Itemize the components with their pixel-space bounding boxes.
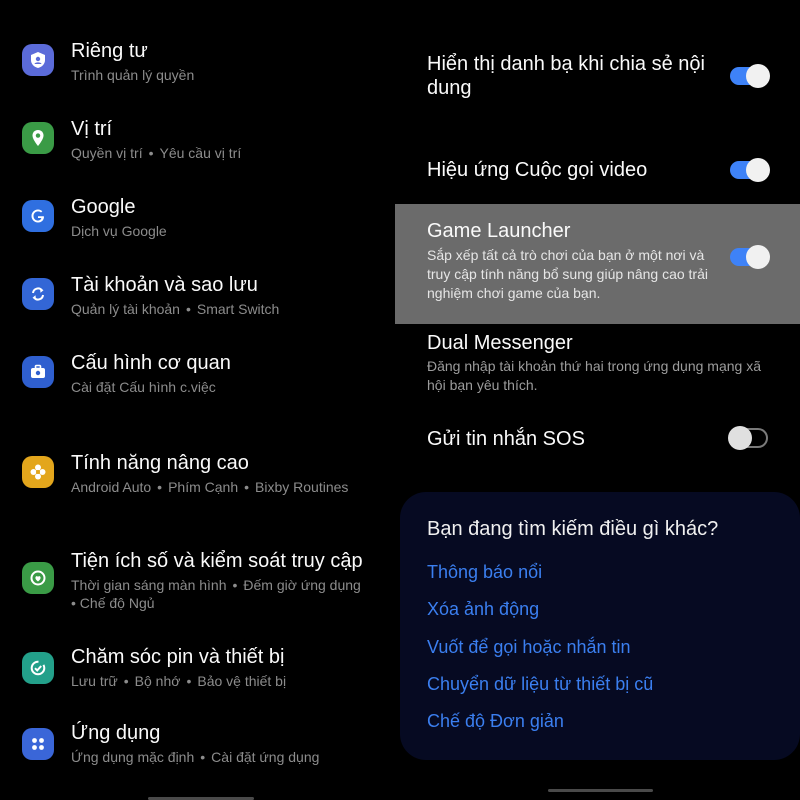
setting-show-contacts-sharing[interactable]: Hiển thị danh bạ khi chia sẻ nội dung (395, 50, 800, 110)
toggle-knob (746, 64, 770, 88)
toggle-switch[interactable] (730, 64, 770, 88)
menu-item-subtitle: Cài đặt Cấu hình c.việc (71, 379, 216, 395)
menu-item-privacy[interactable]: Riêng tư Trình quản lý quyền (0, 34, 395, 90)
menu-item-battery-device-care[interactable]: Chăm sóc pin và thiết bị Lưu trữ • Bộ nhớ •… (0, 642, 395, 698)
menu-item-title: Tiện ích số và kiểm soát truy cập (71, 550, 363, 572)
suggestion-link[interactable]: Chuyển dữ liệu từ thiết bị cũ (427, 674, 653, 695)
menu-item-accounts-backup[interactable]: Tài khoản và sao lưu Quản lý tài khoản • S… (0, 268, 395, 324)
setting-dual-messenger[interactable]: Dual Messenger Đăng nhập tài khoản thứ h… (395, 330, 800, 393)
gear-plus-icon (22, 456, 54, 488)
suggestion-link[interactable]: Chế độ Đơn giản (427, 711, 564, 732)
menu-item-advanced-features[interactable]: Tính năng nâng cao Android Auto • Phím Cạn… (0, 446, 395, 502)
google-icon (22, 200, 54, 232)
menu-item-google[interactable]: Google Dịch vụ Google (0, 190, 395, 246)
suggestions-question: Bạn đang tìm kiếm điều gì khác? (427, 518, 719, 540)
privacy-shield-icon (22, 44, 54, 76)
menu-item-subtitle: Ứng dụng mặc định • Cài đặt ứng dụng (71, 749, 320, 765)
location-pin-icon (22, 122, 54, 154)
nav-handle (548, 789, 653, 792)
menu-item-location[interactable]: Vị trí Quyền vị trí • Yêu cầu vị trí (0, 112, 395, 168)
setting-title: Hiển thị danh bạ khi chia sẻ nội dung (427, 53, 705, 99)
apps-grid-icon (22, 728, 54, 760)
left-settings-panel: Riêng tư Trình quản lý quyền Vị trí Quyề… (0, 0, 395, 800)
toggle-switch[interactable] (728, 426, 768, 450)
menu-item-subtitle: Thời gian sáng màn hình • Đếm giờ ứng dụng… (71, 577, 361, 611)
setting-send-sos[interactable]: Gửi tin nhắn SOS (395, 426, 800, 456)
menu-item-title: Vị trí (71, 118, 113, 140)
menu-item-work-profile[interactable]: Cấu hình cơ quan Cài đặt Cấu hình c.việc (0, 346, 395, 402)
briefcase-icon (22, 356, 54, 388)
menu-item-apps[interactable]: Ứng dụng Ứng dụng mặc định • Cài đặt ứng d… (0, 720, 395, 776)
sync-icon (22, 278, 54, 310)
wellbeing-icon (22, 562, 54, 594)
menu-item-title: Chăm sóc pin và thiết bị (71, 646, 285, 668)
suggestions-card: Bạn đang tìm kiếm điều gì khác? Thông bá… (400, 492, 800, 760)
toggle-switch[interactable] (730, 158, 770, 182)
setting-title: Dual Messenger (427, 332, 573, 354)
menu-item-subtitle: Lưu trữ • Bộ nhớ • Bảo vệ thiết bị (71, 673, 287, 689)
menu-item-title: Cấu hình cơ quan (71, 352, 231, 374)
toggle-knob (746, 158, 770, 182)
menu-item-subtitle: Quản lý tài khoản • Smart Switch (71, 301, 280, 317)
setting-title: Hiệu ứng Cuộc gọi video (427, 159, 648, 181)
toggle-switch[interactable] (730, 245, 770, 269)
setting-title: Game Launcher (427, 220, 571, 242)
suggestion-link[interactable]: Vuốt để gọi hoặc nhắn tin (427, 637, 631, 658)
setting-title: Gửi tin nhắn SOS (427, 428, 585, 450)
suggestion-link[interactable]: Thông báo nổi (427, 562, 542, 583)
menu-item-title: Tính năng nâng cao (71, 452, 249, 474)
setting-description: Đăng nhập tài khoản thứ hai trong ứng dụ… (427, 358, 761, 393)
setting-description: Sắp xếp tất cả trò chơi của bạn ở một nơ… (427, 247, 708, 301)
setting-game-launcher[interactable]: Game Launcher Sắp xếp tất cả trò chơi củ… (395, 204, 800, 324)
menu-item-title: Ứng dụng (71, 722, 161, 744)
suggestion-link[interactable]: Xóa ảnh động (427, 599, 539, 620)
device-care-icon (22, 652, 54, 684)
menu-item-subtitle: Dịch vụ Google (71, 223, 167, 239)
menu-item-subtitle: Trình quản lý quyền (71, 67, 195, 83)
menu-item-digital-wellbeing[interactable]: Tiện ích số và kiểm soát truy cập Thời g… (0, 546, 395, 616)
toggle-knob (728, 426, 752, 450)
menu-item-title: Tài khoản và sao lưu (71, 274, 258, 296)
menu-item-title: Riêng tư (71, 40, 148, 62)
menu-item-title: Google (71, 196, 136, 218)
menu-item-subtitle: Quyền vị trí • Yêu cầu vị trí (71, 145, 242, 161)
toggle-knob (746, 245, 770, 269)
setting-video-call-effects[interactable]: Hiệu ứng Cuộc gọi video (395, 156, 800, 186)
menu-item-subtitle: Android Auto • Phím Cạnh • Bixby Routines (71, 479, 349, 495)
